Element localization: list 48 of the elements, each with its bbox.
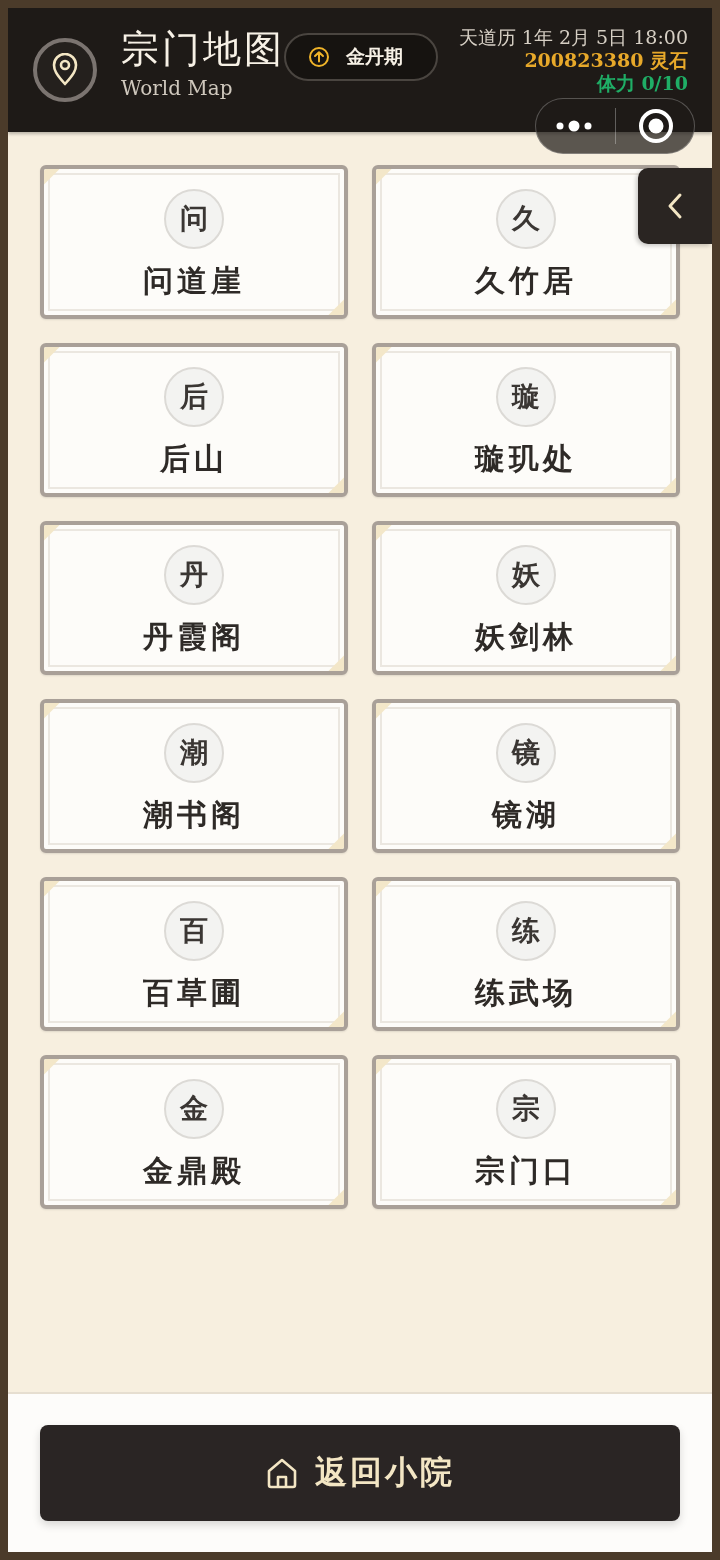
location-initial: 潮 — [164, 722, 224, 783]
location-initial: 久 — [496, 188, 556, 249]
home-icon — [265, 1456, 299, 1490]
location-initial: 百 — [164, 900, 224, 961]
location-card[interactable]: 金 金鼎殿 — [40, 1055, 348, 1209]
location-card[interactable]: 练 练武场 — [372, 877, 680, 1031]
realm-badge[interactable]: 金丹期 — [284, 33, 438, 81]
location-card[interactable]: 百 百草圃 — [40, 877, 348, 1031]
location-card[interactable]: 丹 丹霞阁 — [40, 521, 348, 675]
location-name: 潮书阁 — [143, 795, 245, 834]
location-name: 后山 — [160, 439, 228, 478]
location-initial: 镜 — [496, 722, 556, 783]
back-button[interactable]: 返回小院 — [40, 1425, 680, 1521]
location-initial: 练 — [496, 900, 556, 961]
location-name: 宗门口 — [475, 1151, 577, 1190]
spirit-stones: 200823380 灵石 — [524, 49, 688, 72]
location-initial: 丹 — [164, 544, 224, 605]
location-card[interactable]: 璇 璇玑处 — [372, 343, 680, 497]
location-name: 妖剑林 — [475, 617, 577, 656]
location-name: 璇玑处 — [475, 439, 577, 478]
location-initial: 璇 — [496, 366, 556, 427]
stamina: 体力 0/10 — [596, 72, 688, 95]
location-name: 金鼎殿 — [143, 1151, 245, 1190]
location-name: 镜湖 — [492, 795, 560, 834]
more-icon[interactable] — [556, 120, 592, 132]
location-name: 练武场 — [475, 973, 577, 1012]
location-card[interactable]: 妖 妖剑林 — [372, 521, 680, 675]
location-card[interactable]: 宗 宗门口 — [372, 1055, 680, 1209]
location-initial: 问 — [164, 188, 224, 249]
location-name: 久竹居 — [475, 261, 577, 300]
location-initial: 金 — [164, 1078, 224, 1139]
location-card[interactable]: 后 后山 — [40, 343, 348, 497]
close-icon[interactable] — [638, 108, 674, 144]
page-title: 宗门地图 — [121, 26, 285, 73]
location-initial: 妖 — [496, 544, 556, 605]
location-name: 问道崖 — [143, 261, 245, 300]
location-initial: 宗 — [496, 1078, 556, 1139]
location-card[interactable]: 久 久竹居 — [372, 165, 680, 319]
location-name: 丹霞阁 — [143, 617, 245, 656]
chevron-left-icon — [667, 192, 683, 220]
location-initial: 后 — [164, 366, 224, 427]
side-drawer-tab[interactable] — [638, 168, 712, 244]
location-name: 百草圃 — [143, 973, 245, 1012]
calendar-date: 天道历 1年 2月 5日 18:00 — [458, 26, 688, 49]
page-subtitle: World Map — [121, 75, 233, 101]
location-card[interactable]: 镜 镜湖 — [372, 699, 680, 853]
location-card[interactable]: 潮 潮书阁 — [40, 699, 348, 853]
location-card[interactable]: 问 问道崖 — [40, 165, 348, 319]
